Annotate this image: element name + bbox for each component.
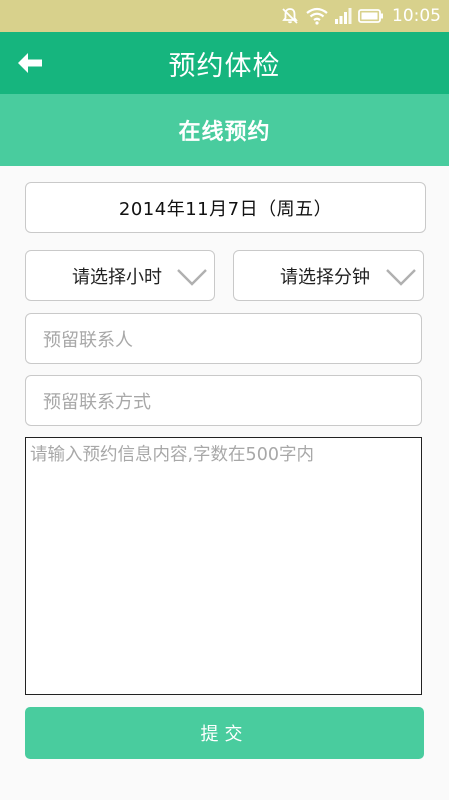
date-picker-field[interactable]: 2014年11月7日（周五）: [25, 182, 426, 233]
hour-select[interactable]: 请选择小时: [25, 250, 215, 301]
hour-select-value: 请选择小时: [72, 266, 162, 288]
date-value: 2014年11月7日（周五）: [118, 198, 333, 220]
chevron-down-icon: [385, 265, 417, 291]
page-title: 预约体检: [168, 50, 281, 82]
status-time: 10:05: [392, 6, 441, 26]
content-placeholder: 请输入预约信息内容,字数在500字内: [30, 445, 314, 465]
app-bar: 预约体检: [0, 32, 449, 94]
content-textarea[interactable]: 请输入预约信息内容,字数在500字内: [25, 437, 422, 695]
section-header: 在线预约: [0, 94, 449, 166]
section-title: 在线预约: [178, 120, 271, 145]
minute-select[interactable]: 请选择分钟: [233, 250, 424, 301]
battery-icon: [358, 8, 384, 24]
submit-button[interactable]: 提交: [25, 707, 424, 759]
submit-button-label: 提交: [200, 724, 249, 745]
chevron-down-icon: [176, 265, 208, 291]
contact-person-input[interactable]: 预留联系人: [25, 313, 422, 364]
mute-icon: [280, 6, 300, 26]
arrow-left-icon: [18, 53, 42, 73]
back-button[interactable]: [10, 43, 50, 83]
contact-person-placeholder: 预留联系人: [43, 329, 133, 351]
contact-method-input[interactable]: 预留联系方式: [25, 375, 422, 426]
wifi-icon: [306, 7, 328, 25]
minute-select-value: 请选择分钟: [280, 266, 370, 288]
contact-method-placeholder: 预留联系方式: [43, 391, 151, 413]
signal-icon: [334, 7, 352, 25]
status-bar: 10:05: [0, 0, 449, 32]
